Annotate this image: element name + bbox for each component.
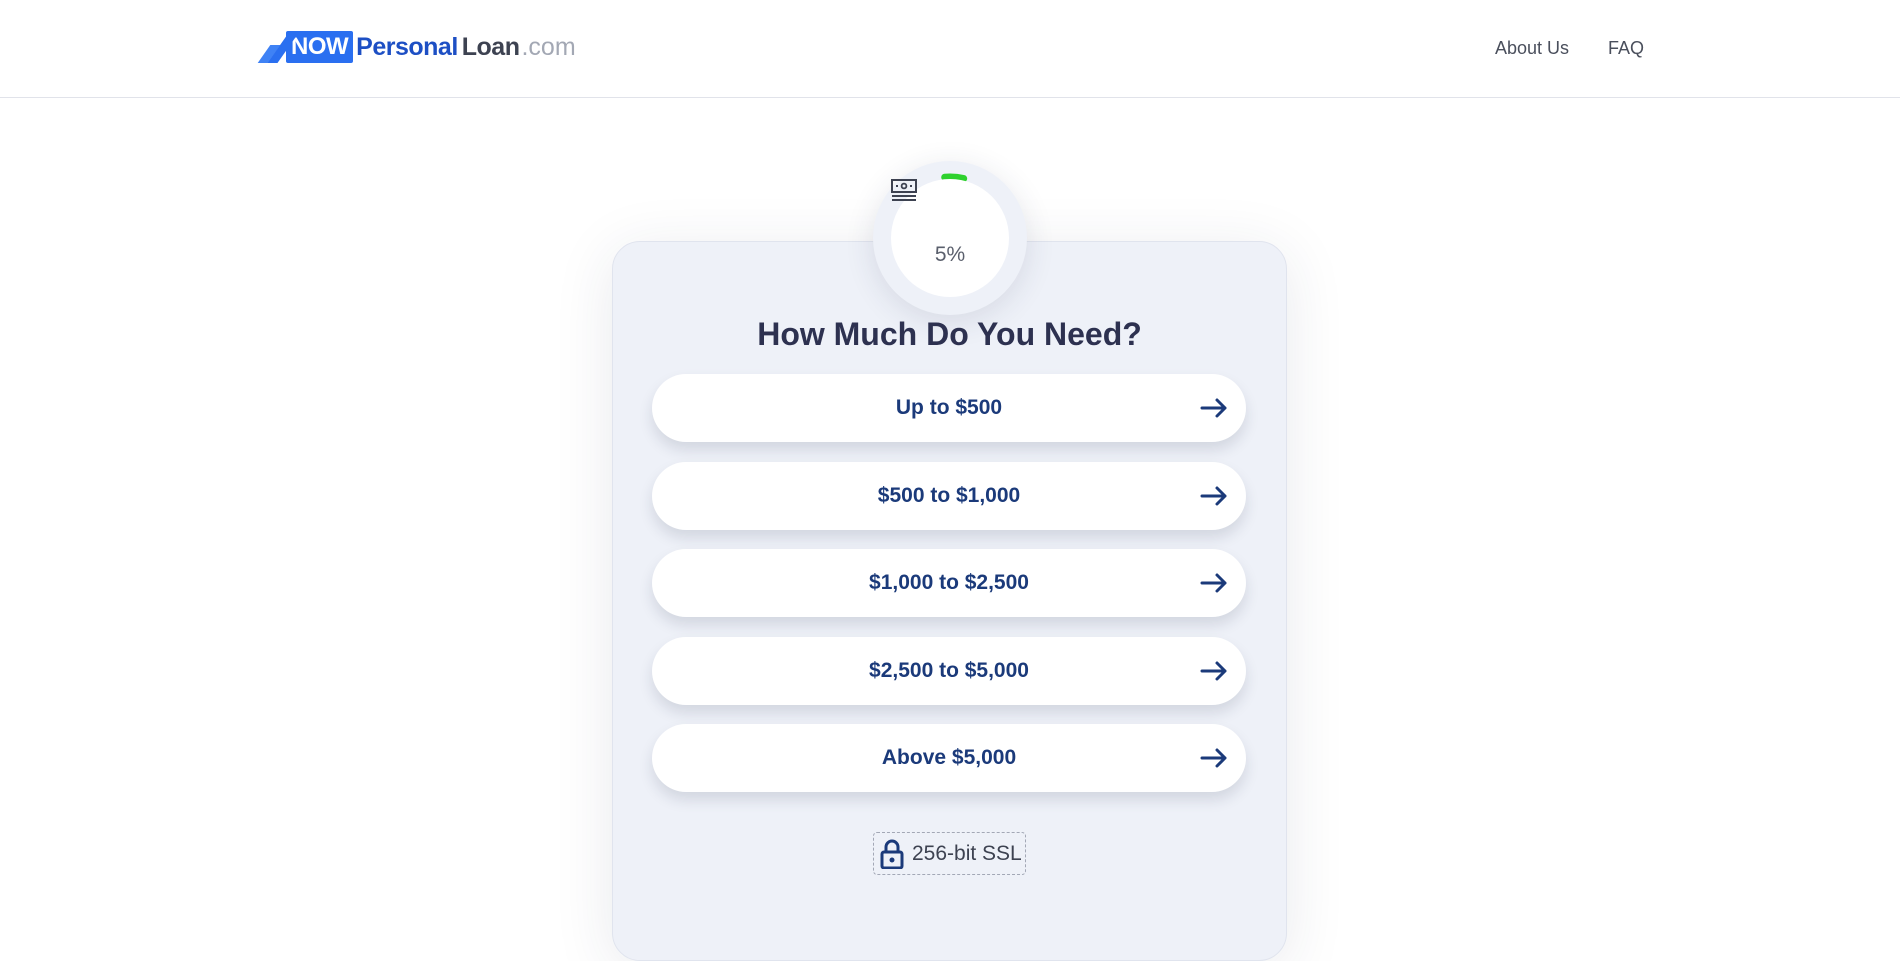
lock-icon xyxy=(880,839,904,869)
option-up-to-500[interactable]: Up to $500 xyxy=(652,374,1246,442)
progress-indicator: 5% xyxy=(873,161,1027,315)
progress-percent: 5% xyxy=(934,243,966,266)
money-icon xyxy=(891,179,917,201)
option-label: Above $5,000 xyxy=(881,746,1017,769)
logo-dotcom: .com xyxy=(521,32,576,61)
arrow-right-icon xyxy=(1200,748,1227,768)
logo-loan: Loan xyxy=(461,32,520,61)
option-label: $1,000 to $2,500 xyxy=(869,571,1029,594)
option-1000-to-2500[interactable]: $1,000 to $2,500 xyxy=(652,549,1246,617)
arrow-right-icon xyxy=(1200,573,1227,593)
option-500-to-1000[interactable]: $500 to $1,000 xyxy=(652,462,1246,530)
question-title: How Much Do You Need? xyxy=(757,316,1142,352)
nav-about-us[interactable]: About Us xyxy=(1495,38,1569,59)
option-label: $2,500 to $5,000 xyxy=(869,659,1029,682)
option-above-5000[interactable]: Above $5,000 xyxy=(652,724,1246,792)
ssl-badge: 256-bit SSL xyxy=(873,832,1026,875)
ssl-label: 256-bit SSL xyxy=(912,841,1022,865)
arrow-right-icon xyxy=(1200,661,1227,681)
logo-personal: Personal xyxy=(356,32,458,61)
site-logo[interactable]: NOW Personal Loan .com xyxy=(254,31,576,63)
arrow-right-icon xyxy=(1200,486,1227,506)
progress-center: 5% xyxy=(891,179,1009,297)
logo-mark xyxy=(254,31,299,63)
option-2500-to-5000[interactable]: $2,500 to $5,000 xyxy=(652,637,1246,705)
site-header: NOW Personal Loan .com About Us FAQ xyxy=(0,0,1900,98)
option-label: $500 to $1,000 xyxy=(877,484,1021,507)
nav-faq[interactable]: FAQ xyxy=(1608,38,1644,59)
arrow-right-icon xyxy=(1200,398,1227,418)
option-label: Up to $500 xyxy=(895,396,1003,419)
